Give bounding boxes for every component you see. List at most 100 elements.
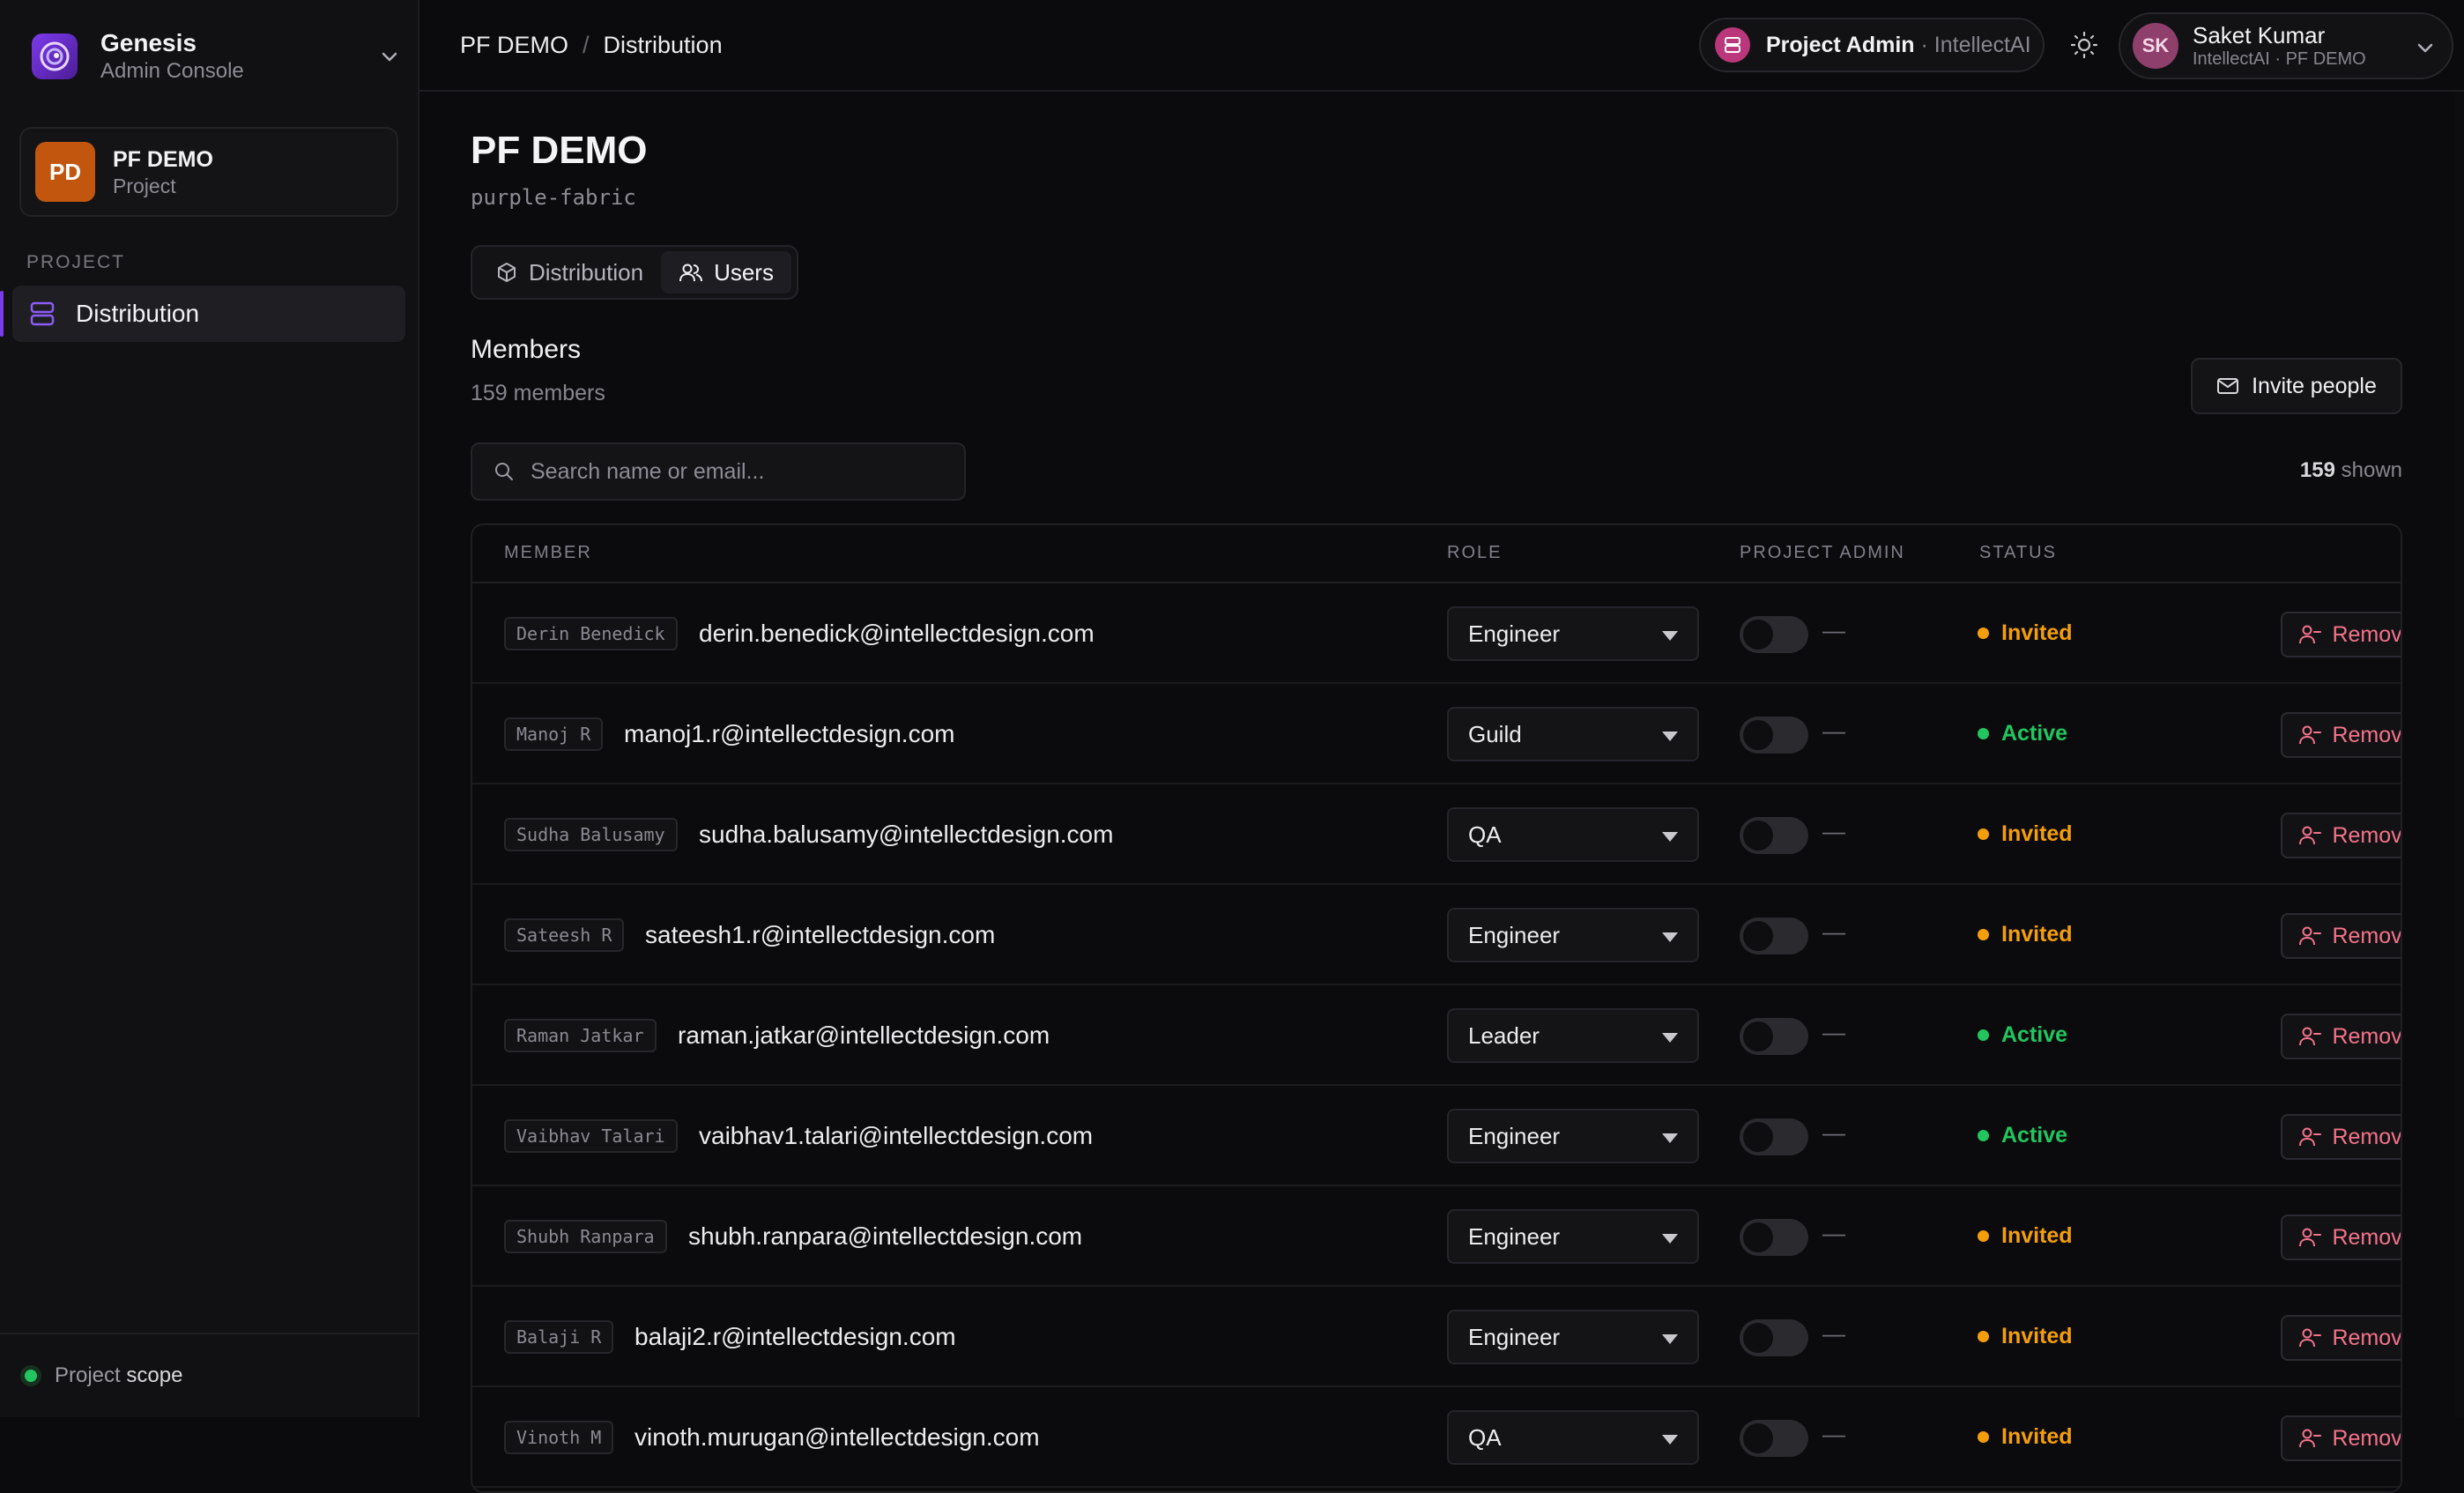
- caret-down-icon: [1662, 832, 1678, 842]
- remove-button[interactable]: Remove: [2281, 1114, 2402, 1160]
- breadcrumb-current: Distribution: [603, 32, 723, 58]
- user-name: Saket Kumar: [2193, 22, 2326, 48]
- caret-down-icon: [1662, 1334, 1678, 1344]
- remove-label: Remove: [2332, 822, 2402, 848]
- tab-users[interactable]: Users: [661, 251, 791, 293]
- remove-label: Remove: [2332, 1224, 2402, 1250]
- role-select[interactable]: Engineer: [1447, 1109, 1699, 1163]
- genesis-logo-icon: [32, 33, 78, 79]
- tab-label: Users: [714, 258, 774, 286]
- remove-label: Remove: [2332, 722, 2402, 747]
- status-label: Invited: [2001, 1223, 2073, 1248]
- scrollbar[interactable]: [2455, 92, 2464, 1417]
- project-card[interactable]: PD PF DEMO Project: [19, 127, 398, 217]
- chevron-down-icon[interactable]: [377, 44, 402, 69]
- server-icon: [30, 301, 55, 326]
- app-switcher[interactable]: Genesis Admin Console: [32, 28, 402, 85]
- sidebar-item-distribution[interactable]: Distribution: [12, 286, 405, 342]
- sidebar-section-label: PROJECT: [26, 252, 126, 272]
- member-email: shubh.ranpara@intellectdesign.com: [688, 1222, 1083, 1250]
- user-menu[interactable]: SK Saket Kumar IntellectAI · PF DEMO: [2119, 12, 2453, 79]
- project-admin-toggle[interactable]: [1740, 616, 1808, 653]
- project-slug: purple-fabric: [471, 185, 636, 210]
- section-title: Members: [471, 335, 582, 364]
- role-select[interactable]: Leader: [1447, 1008, 1699, 1063]
- status-badge: Invited: [1978, 1324, 2073, 1349]
- sidebar: Genesis Admin Console PD PF DEMO Project…: [0, 0, 419, 1417]
- table-row: Raman Jatkar raman.jatkar@intellectdesig…: [472, 985, 2401, 1086]
- breadcrumb-separator: /: [583, 32, 590, 58]
- sun-icon[interactable]: [2069, 30, 2099, 60]
- project-admin-toggle[interactable]: [1740, 1420, 1808, 1457]
- member-name-chip: Derin Benedick: [504, 617, 678, 650]
- column-header-status: STATUS: [1979, 543, 2057, 562]
- tab-distribution[interactable]: Distribution: [478, 251, 661, 293]
- remove-button[interactable]: Remove: [2281, 1014, 2402, 1059]
- tab-bar: Distribution Users: [471, 245, 798, 300]
- scope-indicator: Project scope: [0, 1333, 419, 1417]
- role-select[interactable]: Engineer: [1447, 606, 1699, 661]
- role-select[interactable]: Engineer: [1447, 1209, 1699, 1264]
- remove-button[interactable]: Remove: [2281, 1214, 2402, 1260]
- project-admin-toggle[interactable]: [1740, 1219, 1808, 1256]
- caret-down-icon: [1662, 631, 1678, 641]
- project-admin-toggle[interactable]: [1740, 1118, 1808, 1155]
- project-admin-toggle[interactable]: [1740, 1018, 1808, 1055]
- caret-down-icon: [1662, 1133, 1678, 1143]
- member-email: raman.jatkar@intellectdesign.com: [678, 1021, 1050, 1049]
- admin-placeholder: —: [1822, 1320, 1845, 1347]
- remove-label: Remove: [2332, 1023, 2402, 1049]
- member-email: manoj1.r@intellectdesign.com: [624, 720, 955, 747]
- remove-button[interactable]: Remove: [2281, 813, 2402, 858]
- project-admin-toggle[interactable]: [1740, 1319, 1808, 1356]
- member-name-chip: Balaji R: [504, 1320, 614, 1354]
- status-label: Invited: [2001, 922, 2073, 947]
- remove-button[interactable]: Remove: [2281, 712, 2402, 758]
- member-name-chip: Vinoth M: [504, 1421, 614, 1454]
- project-admin-toggle[interactable]: [1740, 817, 1808, 854]
- role-select[interactable]: Engineer: [1447, 1310, 1699, 1364]
- project-type: Project: [113, 175, 176, 197]
- role-select-value: Engineer: [1468, 921, 1561, 948]
- remove-button[interactable]: Remove: [2281, 1315, 2402, 1361]
- admin-placeholder: —: [1822, 1220, 1845, 1246]
- user-remove-icon: [2299, 1127, 2322, 1147]
- status-dot: [1978, 929, 1989, 940]
- status-dot: [1978, 828, 1989, 840]
- status-badge: Active: [1978, 721, 2067, 746]
- status-badge: Invited: [1978, 1424, 2073, 1450]
- remove-label: Remove: [2332, 1325, 2402, 1350]
- remove-button[interactable]: Remove: [2281, 612, 2401, 657]
- app-name: Genesis: [100, 29, 197, 56]
- status-badge: Invited: [1978, 620, 2073, 646]
- status-badge: Invited: [1978, 922, 2073, 947]
- member-email: balaji2.r@intellectdesign.com: [635, 1323, 956, 1350]
- member-name-chip: Manoj R: [504, 717, 604, 751]
- breadcrumb-project[interactable]: PF DEMO: [460, 32, 568, 59]
- project-admin-toggle[interactable]: [1740, 717, 1808, 754]
- user-remove-icon: [2299, 1328, 2322, 1348]
- search-input[interactable]: [529, 457, 955, 486]
- user-remove-icon: [2299, 826, 2322, 845]
- role-select[interactable]: QA: [1447, 1410, 1699, 1465]
- search-icon: [495, 463, 513, 480]
- column-header-role: ROLE: [1447, 543, 1503, 562]
- remove-label: Remove: [2332, 1124, 2402, 1149]
- role-select[interactable]: QA: [1447, 807, 1699, 862]
- members-table: MEMBER ROLE PROJECT ADMIN STATUS Derin B…: [471, 524, 2402, 1493]
- members-count: 159 members: [471, 381, 605, 405]
- invite-people-button[interactable]: Invite people: [2191, 358, 2402, 414]
- project-admin-toggle[interactable]: [1740, 917, 1808, 954]
- column-header-project-admin: PROJECT ADMIN: [1740, 543, 1905, 562]
- role-label: Project Admin: [1766, 32, 1915, 57]
- table-row: Sateesh R sateesh1.r@intellectdesign.com…: [472, 885, 2401, 985]
- remove-button[interactable]: Remove: [2281, 913, 2401, 959]
- remove-button[interactable]: Remove: [2281, 1415, 2401, 1461]
- status-label: Active: [2001, 1123, 2068, 1148]
- role-select-value: QA: [1468, 1423, 1502, 1451]
- status-badge: Active: [1978, 1123, 2067, 1148]
- role-select[interactable]: Guild: [1447, 707, 1699, 761]
- role-select[interactable]: Engineer: [1447, 908, 1699, 962]
- table-row: Balaji R balaji2.r@intellectdesign.com E…: [472, 1287, 2401, 1387]
- admin-placeholder: —: [1822, 918, 1845, 945]
